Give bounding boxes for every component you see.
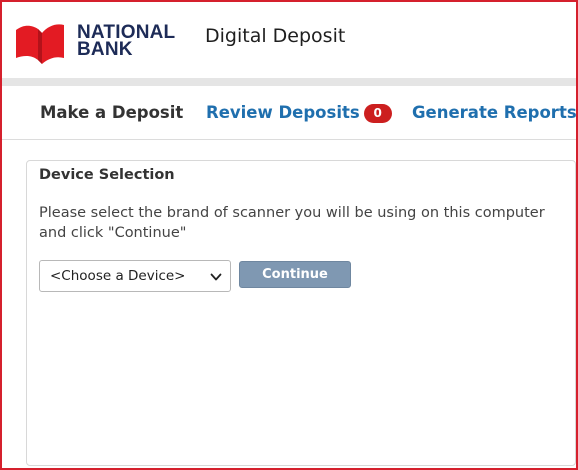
logo-line-bank: BANK	[77, 39, 133, 60]
device-selection-panel: Device Selection Please select the brand…	[26, 160, 576, 466]
tab-generate-reports-label: Generate Reports	[412, 103, 577, 122]
national-bank-flag-icon	[16, 24, 64, 64]
tab-generate-reports[interactable]: Generate Reports	[412, 103, 577, 122]
tab-make-deposit[interactable]: Make a Deposit	[40, 103, 183, 122]
tab-make-deposit-label: Make a Deposit	[40, 103, 184, 122]
chevron-down-icon	[210, 273, 222, 281]
continue-button[interactable]: Continue	[239, 261, 351, 288]
tab-review-deposits-label: Review Deposits	[206, 103, 360, 122]
tab-review-deposits[interactable]: Review Deposits 0	[206, 103, 392, 123]
review-deposits-count-badge: 0	[363, 104, 392, 123]
logo-text: NATIONAL BANK	[77, 23, 175, 60]
device-select-value: <Choose a Device>	[50, 268, 186, 284]
app-title: Digital Deposit	[205, 25, 346, 47]
header: NATIONAL BANK Digital Deposit	[2, 2, 576, 78]
main-nav: Make a Deposit Review Deposits 0 Generate…	[2, 86, 577, 140]
panel-title: Device Selection	[39, 167, 175, 183]
device-select[interactable]: <Choose a Device>	[39, 260, 231, 292]
app-window: NATIONAL BANK Digital Deposit Make a Dep…	[0, 0, 578, 470]
header-divider	[2, 78, 576, 86]
panel-description: Please select the brand of scanner you w…	[39, 205, 545, 241]
